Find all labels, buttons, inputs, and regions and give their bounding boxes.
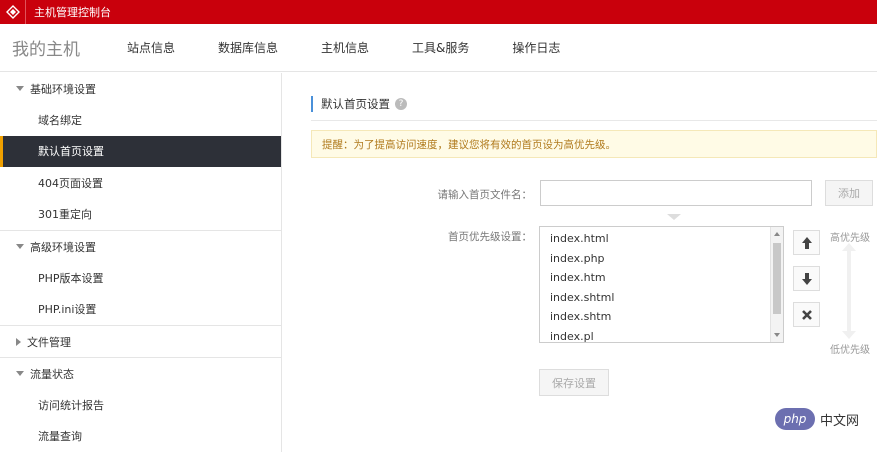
diamond-logo-icon[interactable] bbox=[0, 0, 26, 24]
nav-operation-log[interactable]: 操作日志 bbox=[512, 39, 560, 56]
top-bar: 主机管理控制台 bbox=[0, 0, 877, 24]
move-up-button[interactable] bbox=[793, 230, 820, 255]
console-title: 主机管理控制台 bbox=[34, 6, 111, 19]
php-logo: php bbox=[775, 408, 815, 430]
move-down-button[interactable] bbox=[793, 266, 820, 291]
list-item[interactable]: index.php bbox=[540, 249, 772, 269]
sidebar-group-label: 基础环境设置 bbox=[30, 82, 96, 96]
sidebar: 基础环境设置 域名绑定 默认首页设置 404页面设置 301重定向 高级环境设置… bbox=[0, 73, 282, 452]
help-icon[interactable]: ? bbox=[395, 98, 407, 110]
nav-tools-services[interactable]: 工具&服务 bbox=[412, 39, 469, 56]
watermark-text: 中文网 bbox=[820, 413, 860, 429]
low-priority-label: 低优先级 bbox=[830, 345, 870, 356]
sidebar-item-php-ini[interactable]: PHP.ini设置 bbox=[0, 294, 281, 326]
nav-site-info[interactable]: 站点信息 bbox=[127, 39, 175, 56]
sidebar-group-label: 高级环境设置 bbox=[30, 240, 96, 254]
scroll-down-icon[interactable] bbox=[774, 333, 780, 337]
list-items: index.html index.php index.htm index.sht… bbox=[540, 227, 772, 343]
sidebar-group-header[interactable]: 基础环境设置 bbox=[0, 73, 281, 104]
notice-banner: 提醒：为了提高访问速度，建议您将有效的首页设为高优先级。 bbox=[311, 130, 877, 158]
sidebar-item-domain-binding[interactable]: 域名绑定 bbox=[0, 104, 281, 136]
list-item[interactable]: index.shtm bbox=[540, 307, 772, 327]
arrow-up-icon bbox=[801, 236, 812, 249]
add-button[interactable]: 添加 bbox=[825, 180, 873, 206]
nav-host-info[interactable]: 主机信息 bbox=[321, 39, 369, 56]
homepage-filename-input[interactable] bbox=[540, 180, 812, 206]
remove-button[interactable] bbox=[793, 302, 820, 327]
sidebar-item-404-page[interactable]: 404页面设置 bbox=[0, 167, 281, 199]
list-item[interactable]: index.html bbox=[540, 229, 772, 249]
section-title-text: 默认首页设置 bbox=[321, 97, 390, 111]
sidebar-group-basic-env: 基础环境设置 域名绑定 默认首页设置 404页面设置 301重定向 bbox=[0, 73, 281, 231]
priority-scale bbox=[847, 250, 851, 334]
scroll-up-icon[interactable] bbox=[774, 232, 780, 236]
watermark: php 中文网 bbox=[775, 408, 859, 430]
list-item[interactable]: index.htm bbox=[540, 268, 772, 288]
sidebar-group-traffic-status: 流量状态 访问统计报告 流量查询 bbox=[0, 358, 281, 452]
sidebar-item-default-homepage[interactable]: 默认首页设置 bbox=[0, 135, 281, 167]
priority-label: 首页优先级设置： bbox=[448, 231, 532, 243]
list-item[interactable]: index.pl bbox=[540, 327, 772, 347]
triangle-down-icon bbox=[16, 86, 24, 91]
list-scrollbar[interactable] bbox=[770, 227, 783, 342]
triangle-right-icon bbox=[16, 337, 21, 346]
sidebar-group-file-management: 文件管理 bbox=[0, 326, 281, 358]
scroll-thumb[interactable] bbox=[773, 243, 781, 314]
main-nav: 我的主机 站点信息 数据库信息 主机信息 工具&服务 操作日志 bbox=[0, 24, 877, 72]
priority-arrow-down-icon bbox=[842, 331, 856, 339]
high-priority-label: 高优先级 bbox=[830, 233, 870, 244]
sidebar-group-header[interactable]: 文件管理 bbox=[0, 326, 281, 357]
section-title: 默认首页设置 ? bbox=[311, 96, 407, 112]
sidebar-item-traffic-query[interactable]: 流量查询 bbox=[0, 421, 281, 452]
homepage-priority-list[interactable]: index.html index.php index.htm index.sht… bbox=[539, 226, 784, 343]
save-settings-button[interactable]: 保存设置 bbox=[539, 369, 609, 396]
sidebar-item-php-version[interactable]: PHP版本设置 bbox=[0, 262, 281, 294]
brand-title[interactable]: 我的主机 bbox=[0, 35, 127, 60]
list-item[interactable]: index.shtml bbox=[540, 288, 772, 308]
triangle-down-icon bbox=[16, 244, 24, 249]
close-icon bbox=[801, 309, 812, 320]
main-content: 默认首页设置 ? 提醒：为了提高访问速度，建议您将有效的首页设为高优先级。 请输… bbox=[282, 73, 877, 452]
divider bbox=[311, 120, 877, 121]
caret-down-icon bbox=[667, 214, 681, 220]
filename-label: 请输入首页文件名： bbox=[437, 189, 533, 201]
nav-database-info[interactable]: 数据库信息 bbox=[218, 39, 278, 56]
sidebar-group-header[interactable]: 高级环境设置 bbox=[0, 231, 281, 262]
sidebar-item-visit-stats[interactable]: 访问统计报告 bbox=[0, 389, 281, 421]
sidebar-item-301-redirect[interactable]: 301重定向 bbox=[0, 199, 281, 231]
sidebar-group-advanced-env: 高级环境设置 PHP版本设置 PHP.ini设置 bbox=[0, 231, 281, 326]
sidebar-group-header[interactable]: 流量状态 bbox=[0, 358, 281, 389]
triangle-down-icon bbox=[16, 371, 24, 376]
sidebar-group-label: 流量状态 bbox=[30, 367, 74, 381]
arrow-down-icon bbox=[801, 272, 812, 285]
sidebar-group-label: 文件管理 bbox=[27, 335, 71, 349]
